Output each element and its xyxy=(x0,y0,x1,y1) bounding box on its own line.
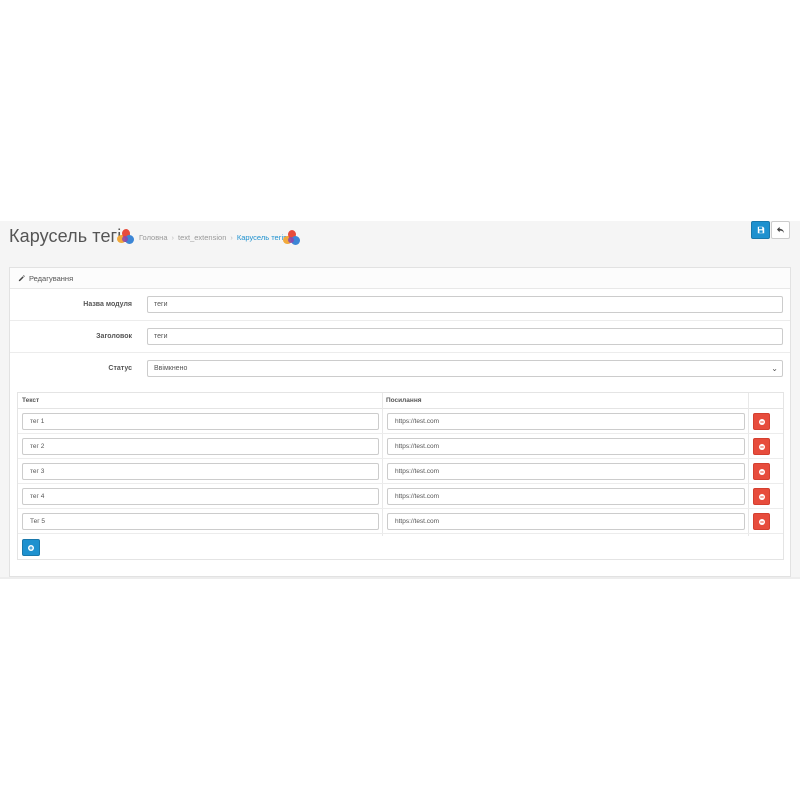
minus-circle-icon xyxy=(758,468,765,475)
tag-text-input[interactable]: тег 4 xyxy=(22,488,379,505)
reply-icon xyxy=(776,226,785,234)
form-row-heading: Заголовок теги xyxy=(10,321,790,353)
edit-panel: Редагування Назва модуля теги Заголовок … xyxy=(9,267,791,577)
breadcrumb-current[interactable]: Карусель тегів xyxy=(237,233,287,242)
column-header-text: Текст xyxy=(22,397,40,404)
breadcrumb: Головна › text_extension › Карусель тегі… xyxy=(139,233,287,242)
tag-text-input[interactable]: тег 3 xyxy=(22,463,379,480)
table-row: тег 2 https://test.com xyxy=(18,434,783,459)
minus-circle-icon xyxy=(758,493,765,500)
app-area: Карусель тегів Головна › text_extension … xyxy=(0,221,800,579)
table-row: тег 1 https://test.com xyxy=(18,409,783,434)
tag-link-input[interactable]: https://test.com xyxy=(387,488,745,505)
panel-heading: Редагування xyxy=(10,268,790,289)
table-row: Тег 5 https://test.com xyxy=(18,509,783,534)
tag-link-input[interactable]: https://test.com xyxy=(387,438,745,455)
save-button[interactable] xyxy=(751,221,770,239)
tag-link-input[interactable]: https://test.com xyxy=(387,513,745,530)
add-row-button[interactable] xyxy=(22,539,40,556)
tag-text-input[interactable]: тег 1 xyxy=(22,413,379,430)
module-name-label: Назва модуля xyxy=(83,301,132,308)
brand-logo-icon xyxy=(283,230,301,246)
remove-row-button[interactable] xyxy=(753,513,770,530)
table-header: Текст Посилання xyxy=(18,393,783,409)
table-row: тег 3 https://test.com xyxy=(18,459,783,484)
form-row-module-name: Назва модуля теги xyxy=(10,289,790,321)
page-title: Карусель тегів xyxy=(9,226,131,246)
breadcrumb-home[interactable]: Головна xyxy=(139,233,168,242)
heading-input[interactable]: теги xyxy=(147,328,783,345)
tag-text-input[interactable]: тег 2 xyxy=(22,438,379,455)
plus-circle-icon xyxy=(28,544,34,551)
breadcrumb-separator: › xyxy=(230,233,233,242)
tag-link-input[interactable]: https://test.com xyxy=(387,463,745,480)
minus-circle-icon xyxy=(758,443,765,450)
pencil-icon xyxy=(18,274,25,282)
brand-logo-icon xyxy=(117,229,135,245)
status-selected-value: Ввімкнено xyxy=(154,365,188,372)
minus-circle-icon xyxy=(758,518,765,525)
tag-text-input[interactable]: Тег 5 xyxy=(22,513,379,530)
column-header-link: Посилання xyxy=(386,397,422,404)
breadcrumb-extension[interactable]: text_extension xyxy=(178,233,226,242)
remove-row-button[interactable] xyxy=(753,463,770,480)
table-row: тег 4 https://test.com xyxy=(18,484,783,509)
form-row-status: Статус Ввімкнено ⌄ xyxy=(10,353,790,385)
panel-heading-text: Редагування xyxy=(29,273,74,283)
chevron-down-icon: ⌄ xyxy=(771,364,778,373)
breadcrumb-separator: › xyxy=(171,233,175,242)
module-name-input[interactable]: теги xyxy=(147,296,783,313)
status-select[interactable]: Ввімкнено ⌄ xyxy=(147,360,783,377)
status-label: Статус xyxy=(108,365,132,372)
remove-row-button[interactable] xyxy=(753,413,770,430)
page-header: Карусель тегів Головна › text_extension … xyxy=(0,221,800,260)
save-icon xyxy=(757,226,764,234)
back-button[interactable] xyxy=(771,221,790,239)
remove-row-button[interactable] xyxy=(753,438,770,455)
divider xyxy=(0,577,800,579)
heading-label: Заголовок xyxy=(96,333,132,340)
tags-table: Текст Посилання тег 1 https://test.com т… xyxy=(17,392,784,560)
remove-row-button[interactable] xyxy=(753,488,770,505)
minus-circle-icon xyxy=(758,418,765,425)
tag-link-input[interactable]: https://test.com xyxy=(387,413,745,430)
